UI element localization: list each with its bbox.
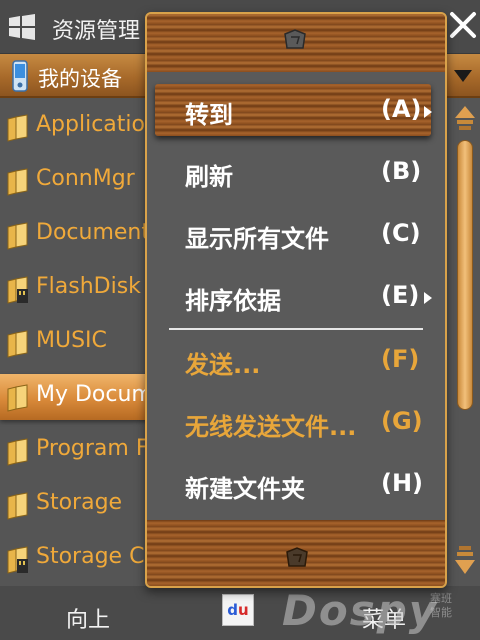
window-title: 资源管理 [52,19,141,44]
menu-item-shortcut: (E) [381,281,420,309]
file-name: MUSIC [36,328,107,353]
menu-item-shortcut: (H) [381,469,424,497]
bottom-soft-key-bar: 向上 du 菜单 Dospy 塞班 智能 [0,586,480,640]
menu-item-label: 显示所有文件 [185,225,329,253]
wood-header [147,14,445,72]
menu-item-label: 刷新 [185,163,233,191]
chevron-down-icon[interactable] [452,68,474,84]
file-name: My Docum [36,382,153,407]
submenu-arrow-icon [424,292,432,304]
menu-item-sort-by[interactable]: 排序依据 (E) [147,266,445,326]
menu-item-shortcut: (F) [381,345,420,373]
watermark-subtext: 塞班 智能 [430,592,452,619]
folder-icon [7,438,28,466]
menu-item-shortcut: (C) [381,219,421,247]
file-name: ConnMgr [36,166,135,191]
menu-item-refresh[interactable]: 刷新 (B) [147,142,445,202]
folder-icon [7,330,28,358]
menu-item-label: 新建文件夹 [185,475,305,503]
menu-item-shortcut: (G) [381,407,423,435]
menu-item-label: 转到 [185,101,233,129]
device-icon [12,60,28,92]
menu-item-shortcut: (B) [381,157,422,185]
scroll-down-arrow-icon[interactable] [453,544,477,584]
folder-icon [7,384,28,412]
wood-knot-icon [284,29,306,49]
folder-icon [7,222,28,250]
soft-key-up[interactable]: 向上 [66,602,110,634]
menu-item-show-all-files[interactable]: 显示所有文件 (C) [147,204,445,264]
location-label: 我的设备 [38,67,122,91]
menu-item-send: 发送... (F) [147,330,445,390]
file-name: Storage [36,490,123,515]
file-name: Storage Ca [36,544,158,569]
context-menu: 转到 (A) 刷新 (B) 显示所有文件 (C) 排序依据 (E) 发送... … [145,12,447,588]
dospy-watermark: Dospy [282,586,439,635]
folder-icon [7,492,28,520]
menu-item-label: 排序依据 [185,287,281,315]
close-x-icon[interactable] [448,10,478,40]
file-name: FlashDisk [36,274,141,299]
menu-item-beam-file: 无线发送文件... (G) [147,392,445,452]
windows-flag-icon[interactable] [7,13,37,41]
wood-footer [147,520,445,586]
menu-item-goto[interactable]: 转到 (A) [147,80,445,140]
scroll-up-arrow-icon[interactable] [453,104,477,136]
storage-card-folder-icon [7,546,28,574]
scroll-thumb[interactable] [457,140,473,410]
submenu-arrow-icon [424,106,432,118]
folder-icon [7,168,28,196]
baidu-du-icon[interactable]: du [222,594,254,626]
folder-icon [7,114,28,142]
menu-item-label: 发送... [185,351,261,379]
menu-item-shortcut: (A) [381,95,422,123]
menu-item-new-folder[interactable]: 新建文件夹 (H) [147,454,445,514]
menu-item-label: 无线发送文件... [185,413,357,441]
vertical-scrollbar[interactable] [453,100,477,586]
storage-card-folder-icon [7,276,28,304]
file-name: Documents [36,220,162,245]
file-name: Program F [36,436,149,461]
wood-knot-icon [286,547,308,567]
file-name: Application [36,112,159,137]
